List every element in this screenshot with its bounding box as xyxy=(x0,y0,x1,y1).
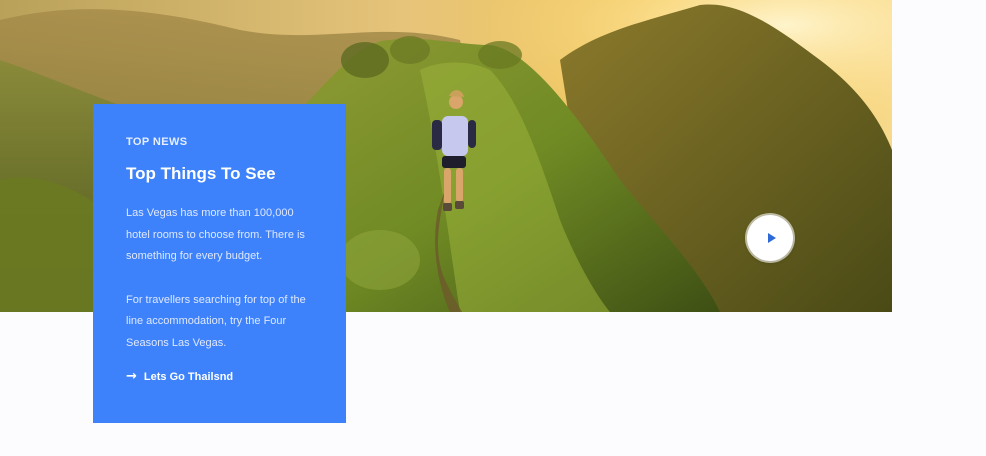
cta-link[interactable]: → Lets Go Thailsnd xyxy=(126,370,320,383)
play-icon xyxy=(767,233,776,243)
card-paragraph-2: For travellers searching for top of the … xyxy=(126,293,306,349)
card-paragraph-1: Las Vegas has more than 100,000 hotel ro… xyxy=(126,207,305,262)
arrow-right-icon: → xyxy=(126,369,137,384)
play-button[interactable] xyxy=(747,215,793,261)
card-title: Top Things To See xyxy=(126,164,276,183)
cta-label: Lets Go Thailsnd xyxy=(143,370,234,383)
card-eyebrow: TOP NEWS xyxy=(126,136,188,148)
page: TOP NEWS Top Things To See Las Vegas has… xyxy=(0,0,986,456)
news-card: TOP NEWS Top Things To See Las Vegas has… xyxy=(93,104,346,423)
